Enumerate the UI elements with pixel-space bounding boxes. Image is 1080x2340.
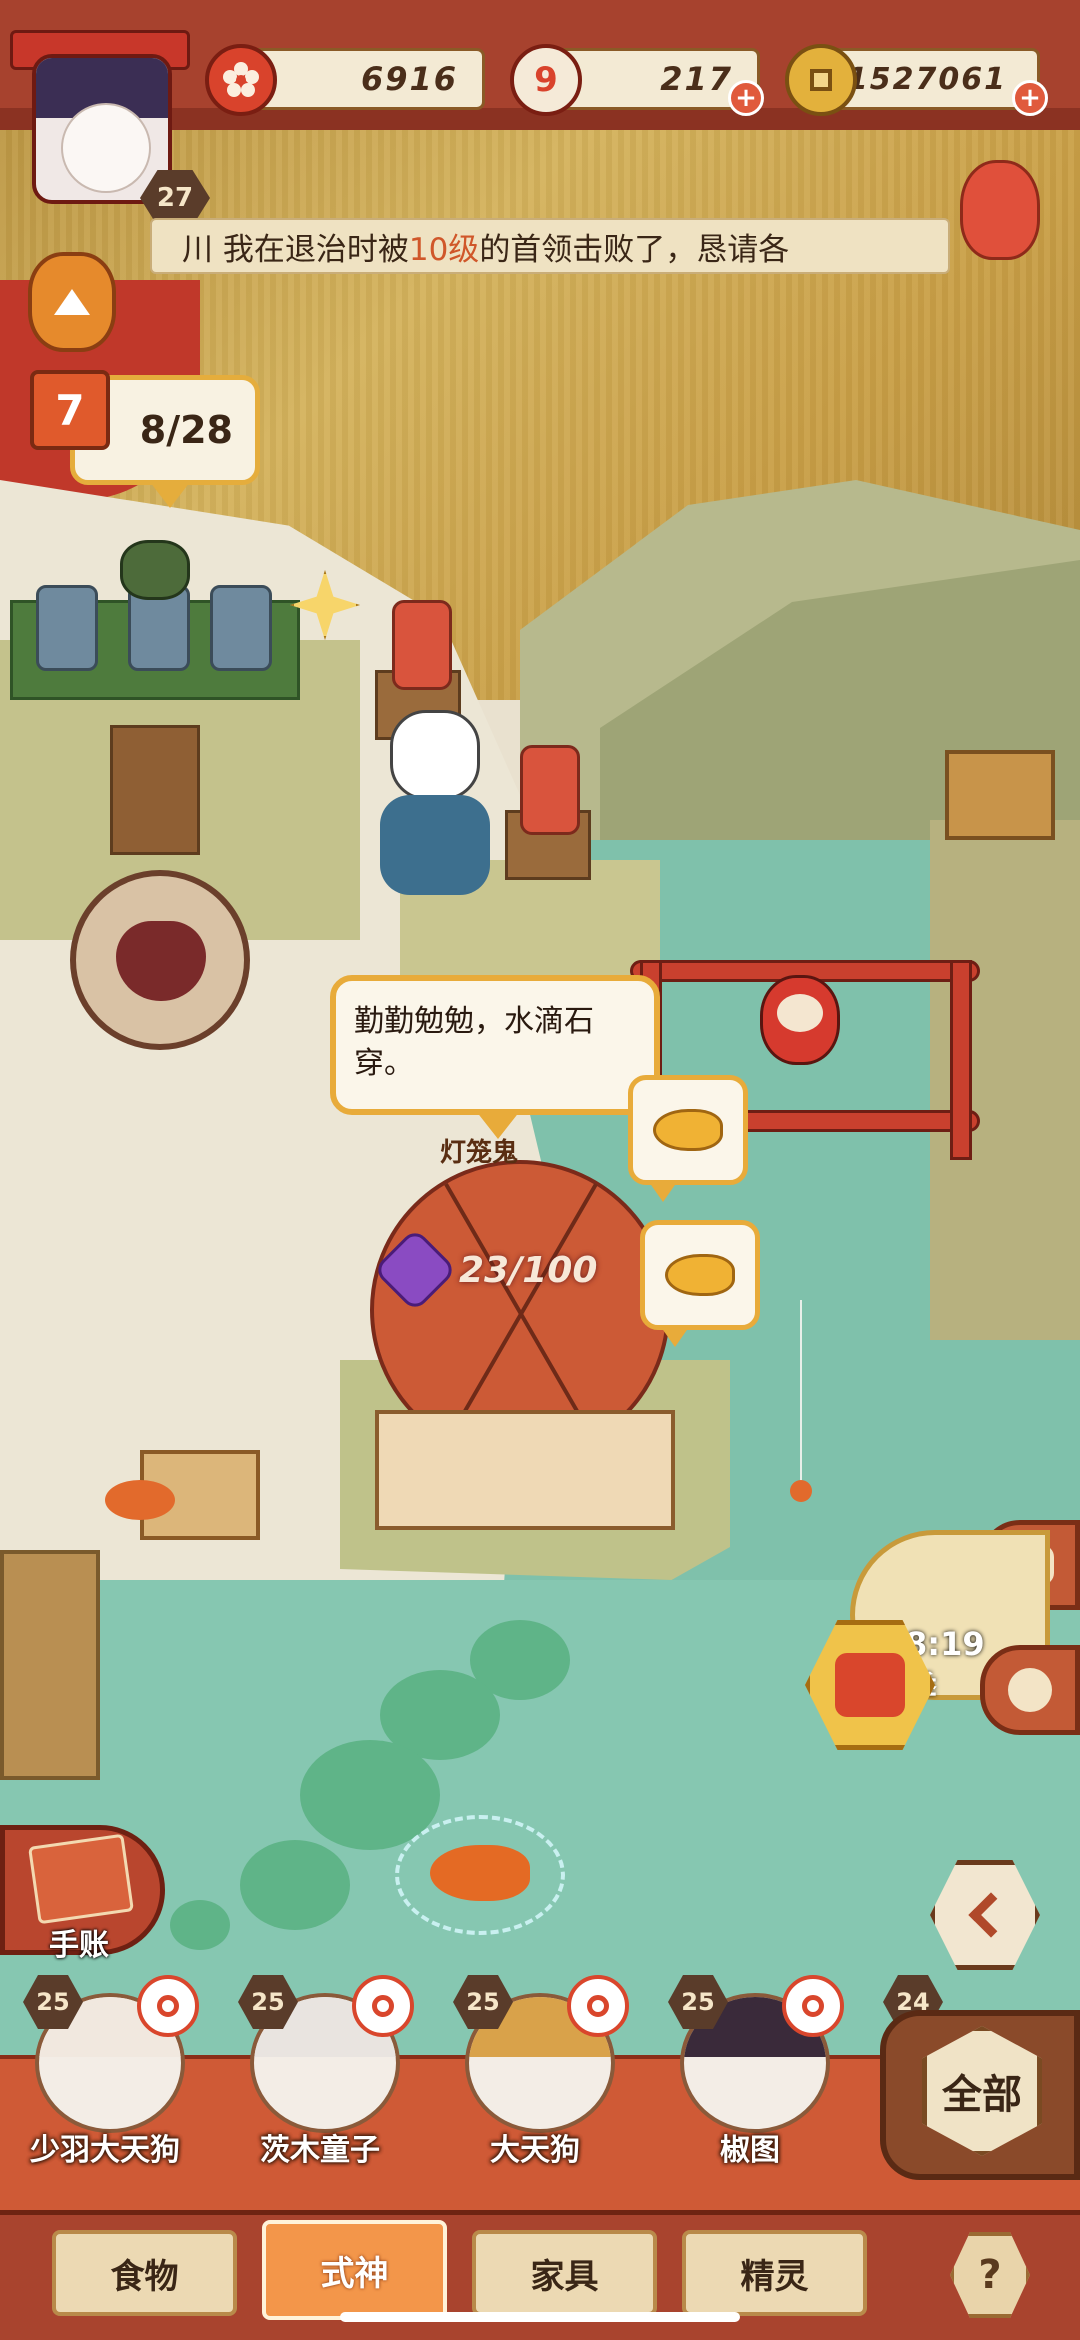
show-all-label: 全部 <box>922 2026 1042 2156</box>
add-stamina-button[interactable]: + <box>728 80 764 116</box>
rice-ball-icon <box>1008 1668 1052 1712</box>
up-arrow-icon <box>54 289 90 315</box>
lily-pad <box>240 1840 350 1930</box>
shikigami-name: 椒图 <box>720 2133 780 2168</box>
drum-decoration[interactable] <box>36 585 98 671</box>
journal-button[interactable]: 手账 <box>0 1825 165 1963</box>
gold-coin-icon <box>785 44 857 116</box>
speech-bubble[interactable]: 勤勤勉勉，水滴石穿。 <box>330 975 660 1139</box>
goldfish[interactable] <box>430 1845 530 1901</box>
player-avatar[interactable]: 27 <box>10 30 210 226</box>
affection-count: 23/100 <box>459 1249 598 1291</box>
tab-food[interactable]: 食物 <box>52 2230 237 2316</box>
plum-resource[interactable]: 6916 <box>205 44 490 116</box>
small-fish-icon <box>105 1480 175 1520</box>
journal-book-icon <box>28 1833 134 1925</box>
lantern-decoration[interactable] <box>520 745 580 835</box>
shikigami-name: 少羽大天狗 <box>30 2133 180 2168</box>
interact-icon[interactable] <box>782 1975 844 2037</box>
news-ticker[interactable]: 川 我在退治时被 10级 的首领击败了，恳请各 <box>150 218 950 274</box>
stall-counter[interactable] <box>375 1410 675 1530</box>
affection-counter[interactable]: 23/100 <box>372 1227 598 1313</box>
lantern-decoration[interactable] <box>392 600 452 690</box>
shikigami-roster: 25 少羽大天狗 25 茨木童子 25 大天狗 25 椒图 24 <box>0 1975 943 2175</box>
show-all-button[interactable]: 全部 <box>880 2010 1080 2180</box>
notice-board[interactable] <box>945 750 1055 840</box>
journal-label: 手账 <box>49 1928 109 1963</box>
mimic-monster-decoration[interactable] <box>70 870 250 1050</box>
goldfish-icon <box>665 1254 735 1296</box>
chevron-left-icon <box>968 1892 1014 1938</box>
fishing-line <box>800 1300 802 1490</box>
fox-mask <box>390 710 480 800</box>
fox-mask-shikigami[interactable] <box>360 700 510 900</box>
upgrade-lantern-button[interactable] <box>28 252 116 352</box>
shikigami-card[interactable]: 25 少羽大天狗 <box>5 1975 205 2175</box>
avatar-face <box>61 103 151 193</box>
interact-icon[interactable] <box>567 1975 629 2037</box>
wooden-dock[interactable] <box>0 1550 100 1780</box>
tab-furniture[interactable]: 家具 <box>472 2230 657 2316</box>
fish-request-bubble[interactable] <box>628 1075 748 1202</box>
add-coins-button[interactable]: + <box>1012 80 1048 116</box>
fishing-bobber[interactable] <box>790 1480 812 1502</box>
lily-pad <box>170 1900 230 1950</box>
bell-table[interactable] <box>110 725 200 855</box>
plum-blossom-icon <box>205 44 277 116</box>
calendar-icon[interactable]: 7 <box>30 370 110 450</box>
daruma-face <box>777 994 823 1032</box>
news-text-suffix: 的首领击败了，恳请各 <box>479 231 790 268</box>
rice-ball-button[interactable] <box>980 1645 1080 1735</box>
shikigami-name: 茨木童子 <box>260 2133 380 2168</box>
carp-streamer-button[interactable] <box>955 140 1045 260</box>
gift-bag-icon <box>835 1653 905 1717</box>
goldfish-icon <box>653 1109 723 1151</box>
shikigami-card[interactable]: 25 茨木童子 <box>220 1975 420 2175</box>
news-text-prefix: 川 我在退治时被 <box>182 231 409 268</box>
coin-resource[interactable]: 1527061 + <box>785 44 1048 116</box>
toad-statue[interactable] <box>120 540 190 600</box>
bridge-post <box>950 960 972 1160</box>
heart-icon <box>372 1227 458 1313</box>
stall-name: 灯笼鬼 <box>440 1138 519 1168</box>
shikigami-card[interactable]: 25 大天狗 <box>435 1975 635 2175</box>
tab-shikigami[interactable]: 式神 <box>262 2220 447 2320</box>
home-indicator[interactable] <box>340 2312 740 2322</box>
interact-icon[interactable] <box>352 1975 414 2037</box>
stamina-number-icon: 9 <box>510 44 582 116</box>
drum-decoration[interactable] <box>210 585 272 671</box>
speech-text: 勤勤勉勉，水滴石穿。 <box>354 1004 594 1081</box>
plum-value: 6916 <box>245 48 485 110</box>
shikigami-body <box>380 795 490 895</box>
tab-spirits[interactable]: 精灵 <box>682 2230 867 2316</box>
monster-mouth <box>116 921 206 1001</box>
news-text-highlight: 10级 <box>408 231 480 268</box>
fish-request-bubble[interactable] <box>640 1220 760 1347</box>
interact-icon[interactable] <box>137 1975 199 2037</box>
shikigami-name: 大天狗 <box>490 2133 580 2168</box>
shikigami-card[interactable]: 25 椒图 <box>650 1975 850 2175</box>
carp-icon <box>960 160 1040 260</box>
stamina-resource[interactable]: 217 9 + <box>510 44 765 116</box>
calendar-progress: 8/28 <box>139 408 233 452</box>
daruma-shikigami[interactable] <box>760 975 840 1065</box>
